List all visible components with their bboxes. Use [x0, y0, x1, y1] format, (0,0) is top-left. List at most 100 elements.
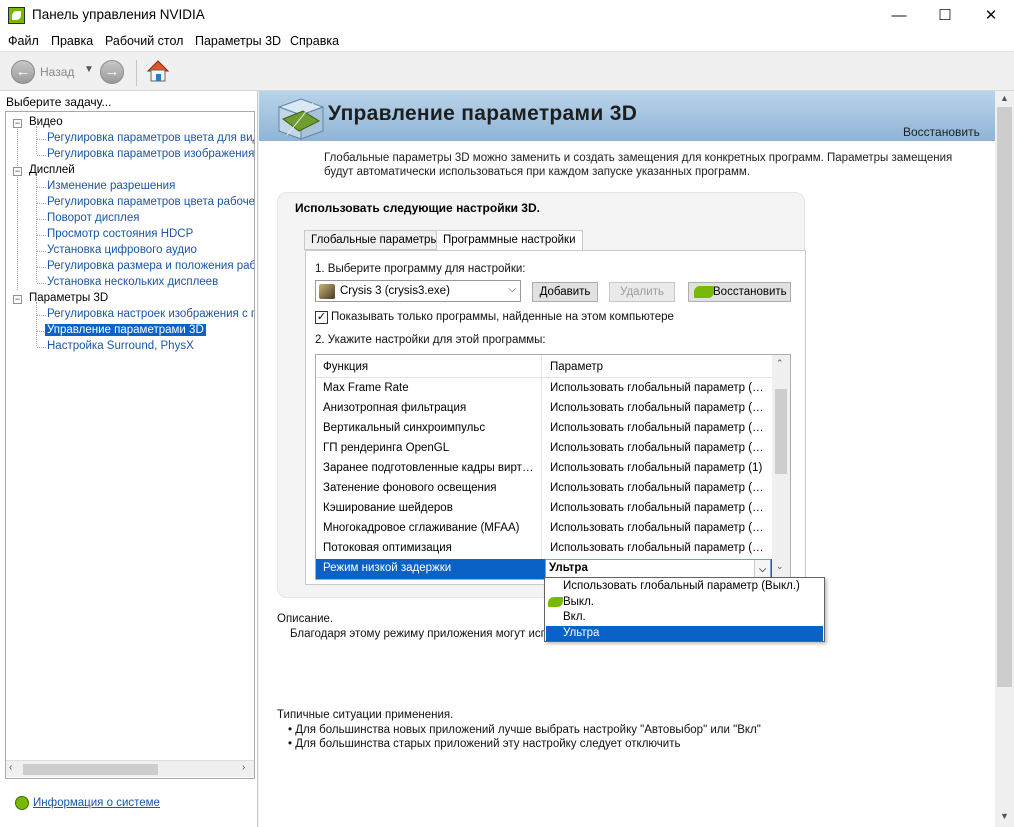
scroll-left-icon[interactable]: ‹ — [9, 762, 12, 773]
grid-row[interactable]: ГП рендеринга OpenGL Использовать глобал… — [316, 439, 772, 459]
tree-item-multiple-displays[interactable]: Установка нескольких дисплеев — [47, 276, 218, 288]
tree-connector — [37, 267, 46, 268]
tree-item-image-preview[interactable]: Регулировка настроек изображения с пр — [47, 308, 254, 320]
grid-row[interactable]: Заранее подготовленные кадры виртуальной… — [316, 459, 772, 479]
minimize-button[interactable]: — — [876, 0, 922, 31]
show-found-only-label[interactable]: Показывать только программы, найденные н… — [331, 311, 674, 323]
back-label[interactable]: Назад — [40, 65, 74, 79]
tree-category-3d[interactable]: Параметры 3D — [29, 292, 108, 304]
tree-connector — [36, 302, 37, 346]
grid-cell-parameter: Использовать глобальный параметр (Исп — [550, 422, 770, 434]
grid-row[interactable]: Многокадровое сглаживание (MFAA) Использ… — [316, 519, 772, 539]
close-button[interactable]: ✕ — [968, 0, 1014, 31]
usage-item: • Для большинства новых приложений лучше… — [288, 724, 761, 736]
collapse-3d-icon[interactable]: − — [13, 295, 22, 304]
page-title: Управление параметрами 3D — [328, 102, 638, 125]
grid-row-selected[interactable]: Режим низкой задержки Ультра ⌵ — [316, 559, 772, 579]
grid-row[interactable]: Кэширование шейдеров Использовать глобал… — [316, 499, 772, 519]
maximize-button[interactable]: ☐ — [922, 0, 968, 31]
forward-button[interactable]: → — [100, 60, 124, 84]
usage-item-text: Для большинства старых приложений эту на… — [295, 738, 681, 750]
tree-item-manage-3d[interactable]: Управление параметрами 3D — [45, 324, 206, 336]
grid-cell-parameter: Использовать глобальный параметр (1) — [550, 462, 763, 474]
add-program-button[interactable]: Добавить — [532, 282, 598, 302]
program-select[interactable]: Crysis 3 (crysis3.exe) ⌵ — [315, 280, 521, 302]
dropdown-option-label: Вкл. — [563, 611, 586, 623]
scroll-down-icon[interactable]: ▼ — [1000, 811, 1009, 821]
grid-vertical-scrollbar[interactable]: ⌃ ⌄ — [772, 355, 790, 579]
dropdown-option-off[interactable]: Выкл. — [546, 595, 823, 610]
main-vertical-scrollbar[interactable]: ▲ ▼ — [995, 91, 1014, 827]
dropdown-option-ultra[interactable]: Ультра — [546, 626, 823, 641]
system-info-link[interactable]: Информация о системе — [33, 797, 160, 809]
usage-item: • Для большинства старых приложений эту … — [288, 738, 681, 750]
show-found-only-checkbox[interactable]: ✓ — [315, 311, 328, 324]
back-button[interactable]: ← — [11, 60, 35, 84]
grid-row[interactable]: Анизотропная фильтрация Использовать гло… — [316, 399, 772, 419]
description-text: Благодаря этому режиму приложения могут … — [290, 628, 560, 640]
menu-edit[interactable]: Правка — [51, 34, 93, 48]
restore-program-button[interactable]: Восстановить — [688, 282, 791, 302]
chevron-down-icon: ⌵ — [508, 284, 516, 295]
grid-row[interactable]: Потоковая оптимизация Использовать глоба… — [316, 539, 772, 559]
tree-category-display[interactable]: Дисплей — [29, 164, 75, 176]
crysis-program-icon — [319, 284, 335, 299]
window-title: Панель управления NVIDIA — [32, 7, 205, 22]
menu-file[interactable]: Файл — [8, 34, 39, 48]
tree-item-video-color[interactable]: Регулировка параметров цвета для вид — [47, 132, 254, 144]
grid-header-parameter: Параметр — [550, 361, 604, 373]
home-icon[interactable] — [145, 58, 171, 84]
grid-cell-parameter: Использовать глобальный параметр (Выкл — [550, 482, 770, 494]
chevron-down-icon[interactable]: ⌵ — [754, 560, 770, 578]
scroll-right-icon[interactable]: › — [242, 762, 245, 773]
program-select-value: Crysis 3 (crysis3.exe) — [340, 285, 450, 297]
history-dropdown-icon[interactable]: ▼ — [84, 64, 94, 75]
tree-item-surround-physx[interactable]: Настройка Surround, PhysX — [47, 340, 194, 352]
collapse-video-icon[interactable]: − — [13, 119, 22, 128]
grid-row[interactable]: Max Frame Rate Использовать глобальный п… — [316, 379, 772, 399]
grid-row[interactable]: Вертикальный синхроимпульс Использовать … — [316, 419, 772, 439]
dropdown-option-on[interactable]: Вкл. — [546, 610, 823, 625]
menu-desktop[interactable]: Рабочий стол — [105, 34, 183, 48]
settings-group-title: Использовать следующие настройки 3D. — [295, 201, 540, 215]
tree-connector — [37, 155, 46, 156]
tree-item-desktop-size[interactable]: Регулировка размера и положения рабо — [47, 260, 254, 272]
restore-defaults-link[interactable]: Восстановить — [903, 125, 980, 139]
low-latency-mode-value: Ультра — [549, 562, 588, 574]
nvidia-logo-icon — [694, 286, 714, 298]
dropdown-option-label: Ультра — [563, 627, 600, 639]
tab-program-settings[interactable]: Программные настройки — [436, 230, 583, 251]
grid-cell-parameter: Использовать глобальный параметр (Авто — [550, 542, 770, 554]
nvidia-app-icon — [8, 7, 25, 24]
low-latency-mode-select[interactable]: Ультра ⌵ — [545, 559, 771, 579]
grid-row[interactable]: Затенение фонового освещения Использоват… — [316, 479, 772, 499]
tree-item-desktop-color[interactable]: Регулировка параметров цвета рабочег — [47, 196, 254, 208]
dropdown-option-global[interactable]: Использовать глобальный параметр (Выкл.) — [546, 579, 823, 594]
scroll-down-icon[interactable]: ⌄ — [776, 561, 784, 572]
scrollbar-thumb[interactable] — [23, 764, 158, 775]
system-info-icon — [15, 796, 29, 810]
tree-item-change-resolution[interactable]: Изменение разрешения — [47, 180, 175, 192]
scroll-up-icon[interactable]: ⌃ — [776, 358, 784, 369]
scrollbar-thumb[interactable] — [775, 389, 787, 474]
dropdown-option-label: Выкл. — [563, 596, 595, 608]
dropdown-option-label: Использовать глобальный параметр (Выкл.) — [563, 580, 800, 592]
menu-3d-settings[interactable]: Параметры 3D — [195, 34, 281, 48]
tree-item-video-image[interactable]: Регулировка параметров изображения д — [47, 148, 254, 160]
tree-item-digital-audio[interactable]: Установка цифрового аудио — [47, 244, 197, 256]
tree-horizontal-scrollbar[interactable]: ‹ › — [6, 760, 254, 777]
tree-connector — [37, 203, 46, 204]
grid-cell-parameter: Использовать глобальный параметр (Вкл.) — [550, 502, 770, 514]
tree-item-rotate-display[interactable]: Поворот дисплея — [47, 212, 139, 224]
menu-help[interactable]: Справка — [290, 34, 339, 48]
tree-connector — [37, 187, 46, 188]
tree-connector — [37, 235, 46, 236]
grid-cell-function: Затенение фонового освещения — [323, 482, 497, 494]
tab-global-settings[interactable]: Глобальные параметры — [304, 230, 446, 250]
scrollbar-thumb[interactable] — [997, 107, 1012, 687]
remove-program-button[interactable]: Удалить — [609, 282, 675, 302]
tree-item-hdcp-status[interactable]: Просмотр состояния HDCP — [47, 228, 193, 240]
scroll-up-icon[interactable]: ▲ — [1000, 93, 1009, 103]
tree-category-video[interactable]: Видео — [29, 116, 63, 128]
collapse-display-icon[interactable]: − — [13, 167, 22, 176]
